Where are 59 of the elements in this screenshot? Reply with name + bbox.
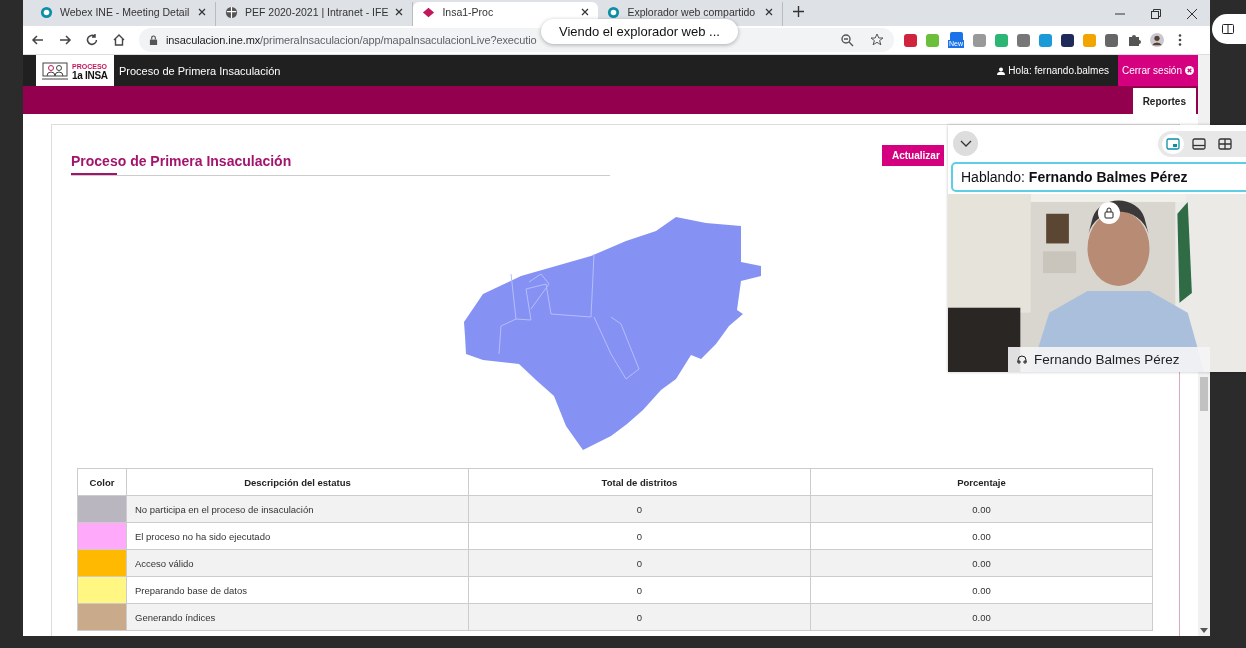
collapse-button[interactable] bbox=[953, 131, 978, 156]
user-icon bbox=[997, 66, 1006, 75]
diamond-icon bbox=[422, 5, 436, 19]
close-icon[interactable] bbox=[581, 8, 590, 16]
column-header: Descripción del estatus bbox=[126, 468, 469, 496]
close-icon[interactable] bbox=[395, 8, 404, 16]
back-icon[interactable] bbox=[31, 33, 45, 47]
forward-icon[interactable] bbox=[58, 33, 72, 47]
table-cell: 0.00 bbox=[810, 576, 1153, 604]
picture-in-picture-icon[interactable] bbox=[1162, 133, 1184, 154]
speaker-banner: Hablando: Fernando Balmes Pérez bbox=[951, 162, 1246, 192]
column-header: Total de distritos bbox=[468, 468, 811, 496]
column-header: Porcentaje bbox=[810, 468, 1153, 496]
reload-icon[interactable] bbox=[85, 33, 99, 47]
table-cell: 0.00 bbox=[810, 603, 1153, 631]
table-cell: No participa en el proceso de insaculación bbox=[126, 495, 469, 523]
headset-icon bbox=[1016, 353, 1028, 366]
app-title: Proceso de Primera Insaculación bbox=[119, 64, 281, 77]
chevron-down-icon bbox=[959, 139, 972, 148]
table-cell: Acceso válido bbox=[126, 549, 469, 577]
browser-tab[interactable]: Webex INE - Meeting Detail bbox=[31, 2, 216, 26]
table-cell: 0 bbox=[468, 549, 811, 577]
table-cell: 0.00 bbox=[810, 549, 1153, 577]
logout-button[interactable]: Cerrar sesión bbox=[1117, 55, 1198, 86]
puzzle-icon[interactable] bbox=[1127, 33, 1141, 47]
people-icon bbox=[42, 61, 68, 80]
table-cell: Preparando base de datos bbox=[126, 576, 469, 604]
table-cell: 0 bbox=[468, 522, 811, 550]
table-cell: 0.00 bbox=[810, 495, 1153, 523]
close-icon bbox=[1185, 66, 1194, 75]
table-cell: 0 bbox=[468, 495, 811, 523]
scrollbar-thumb[interactable] bbox=[1200, 377, 1208, 411]
page-heading: Proceso de Primera Insaculación bbox=[71, 153, 610, 176]
participant-name: Fernando Balmes Pérez bbox=[1008, 347, 1210, 372]
home-icon[interactable] bbox=[112, 33, 126, 47]
table-cell: Generando índices bbox=[126, 603, 469, 631]
restore-icon[interactable] bbox=[1150, 8, 1162, 20]
table-cell: 0 bbox=[468, 576, 811, 604]
zoom-out-icon[interactable] bbox=[840, 33, 854, 47]
user-greeting: Hola: fernando.balmes bbox=[997, 65, 1109, 76]
close-icon[interactable] bbox=[1186, 8, 1198, 20]
panel-icon bbox=[1222, 23, 1234, 35]
close-icon[interactable] bbox=[198, 8, 206, 16]
refresh-button[interactable]: Actualizar bbox=[882, 145, 944, 166]
globe-icon bbox=[225, 5, 238, 19]
close-icon[interactable] bbox=[765, 8, 774, 16]
browser-tab[interactable]: Insa1-Proc bbox=[413, 2, 599, 26]
avatar-icon[interactable] bbox=[1150, 33, 1164, 47]
column-header: Color bbox=[77, 468, 127, 496]
new-tab-icon[interactable] bbox=[793, 6, 805, 17]
lock-icon bbox=[149, 34, 158, 46]
scroll-down-icon[interactable] bbox=[1200, 628, 1208, 633]
nav-tab[interactable]: Reportes bbox=[1132, 88, 1196, 114]
table-cell: 0 bbox=[468, 603, 811, 631]
tooltip: Viendo el explorador web ... bbox=[541, 19, 738, 44]
star-icon[interactable] bbox=[870, 33, 884, 47]
table-cell: 0.00 bbox=[810, 522, 1153, 550]
extension-icon[interactable] bbox=[1061, 33, 1074, 47]
table-cell: El proceso no ha sido ejecutado bbox=[126, 522, 469, 550]
